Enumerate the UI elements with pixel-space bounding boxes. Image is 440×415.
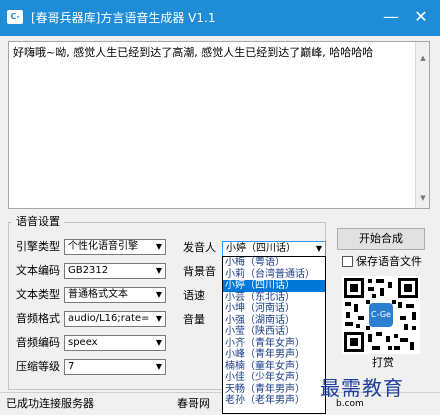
chevron-down-icon: ▼ <box>315 244 322 253</box>
donate-qr-code: C-Ge <box>342 276 420 354</box>
watermark-text: 最需教育 <box>320 376 404 400</box>
text-type-label: 文本类型 <box>16 288 60 301</box>
text-encoding-select[interactable]: GB2312 ▼ <box>64 263 166 279</box>
audio-encoding-select[interactable]: speex ▼ <box>64 335 166 351</box>
audio-format-label: 音频格式 <box>16 312 60 325</box>
speaker-option[interactable]: 小佳（少年女声） <box>223 372 325 384</box>
speaker-option[interactable]: 老孙（老年男声） <box>223 395 325 407</box>
save-audio-label: 保存语音文件 <box>356 255 422 268</box>
speaker-option[interactable]: 小梅（粤语） <box>223 257 325 269</box>
chevron-down-icon: ▼ <box>155 290 162 299</box>
text-type-select[interactable]: 普通格式文本 ▼ <box>64 287 166 303</box>
minimize-button[interactable]: — <box>378 6 404 30</box>
speaker-dropdown-list[interactable]: 小梅（粤语） 小莉（台湾普通话） 小婷（四川话） 小芸（东北话） 小坤（河南话） 小强（湖… <box>222 256 326 414</box>
status-site-text: 春哥网 <box>177 397 210 410</box>
speaker-option[interactable]: 小强（湖南话） <box>223 315 325 327</box>
speaker-option[interactable]: 小坤（河南话） <box>223 303 325 315</box>
title-bar: C-Ge [春哥兵器库]方言语音生成器 V1.1 — ✕ <box>0 0 440 36</box>
text-encoding-label: 文本编码 <box>16 264 60 277</box>
scroll-up-icon[interactable]: ▲ <box>416 54 430 62</box>
speaker-select[interactable]: 小婷（四川话） ▼ <box>222 241 326 257</box>
voice-settings-title: 语音设置 <box>12 216 64 228</box>
volume-label: 音量 <box>183 313 205 326</box>
chevron-down-icon: ▼ <box>155 338 162 347</box>
donate-caption: 打赏 <box>372 356 394 369</box>
vertical-scrollbar[interactable]: ▲ ▼ <box>415 42 429 208</box>
speed-label: 语速 <box>183 289 205 302</box>
speaker-option[interactable]: 天畅（青年男声） <box>223 384 325 396</box>
speaker-value: 小婷（四川话） <box>226 243 296 254</box>
app-icon: C-Ge <box>7 10 23 35</box>
chevron-down-icon: ▼ <box>155 314 162 323</box>
speaker-option[interactable]: 小莉（台湾普通话） <box>223 269 325 281</box>
text-input-area[interactable]: 好嗨哦~呦, 感觉人生已经到达了高潮, 感觉人生已经到达了巅峰, 哈哈哈哈 ▲ … <box>8 41 430 209</box>
save-audio-checkbox[interactable] <box>342 256 353 267</box>
window-title: [春哥兵器库]方言语音生成器 V1.1 <box>31 11 216 25</box>
text-type-value: 普通格式文本 <box>68 289 128 300</box>
speaker-option[interactable]: 小齐（青年女声） <box>223 338 325 350</box>
chevron-down-icon: ▼ <box>155 242 162 251</box>
speaker-option[interactable]: 小峰（青年男声） <box>223 349 325 361</box>
audio-format-value: audio/L16;rate= <box>68 313 149 324</box>
start-synthesis-button[interactable]: 开始合成 <box>337 228 425 250</box>
compression-level-label: 压缩等级 <box>16 360 60 373</box>
speaker-option[interactable]: 楠楠（童年女声） <box>223 361 325 373</box>
text-encoding-value: GB2312 <box>68 265 109 276</box>
audio-encoding-value: speex <box>68 337 98 348</box>
speaker-option[interactable]: 小莹（陕西话） <box>223 326 325 338</box>
engine-type-label: 引擎类型 <box>16 240 60 253</box>
engine-type-value: 个性化语音引擎 <box>68 241 138 252</box>
scroll-down-icon[interactable]: ▼ <box>416 194 430 202</box>
text-content[interactable]: 好嗨哦~呦, 感觉人生已经到达了高潮, 感觉人生已经到达了巅峰, 哈哈哈哈 <box>13 46 413 60</box>
compression-level-select[interactable]: 7 ▼ <box>64 359 166 375</box>
close-button[interactable]: ✕ <box>408 6 434 30</box>
qr-logo: C-Ge <box>369 303 393 327</box>
background-sound-label: 背景音 <box>183 265 216 278</box>
speaker-option[interactable]: 小芸（东北话） <box>223 292 325 304</box>
audio-format-select[interactable]: audio/L16;rate= ▼ <box>64 311 166 327</box>
audio-encoding-label: 音频编码 <box>16 336 60 349</box>
chevron-down-icon: ▼ <box>155 266 162 275</box>
chevron-down-icon: ▼ <box>155 362 162 371</box>
speaker-option[interactable]: 小婷（四川话） <box>223 280 325 292</box>
connection-status: 已成功连接服务器 <box>6 397 94 410</box>
engine-type-select[interactable]: 个性化语音引擎 ▼ <box>64 239 166 255</box>
speaker-label: 发音人 <box>183 241 216 254</box>
compression-level-value: 7 <box>68 361 75 372</box>
